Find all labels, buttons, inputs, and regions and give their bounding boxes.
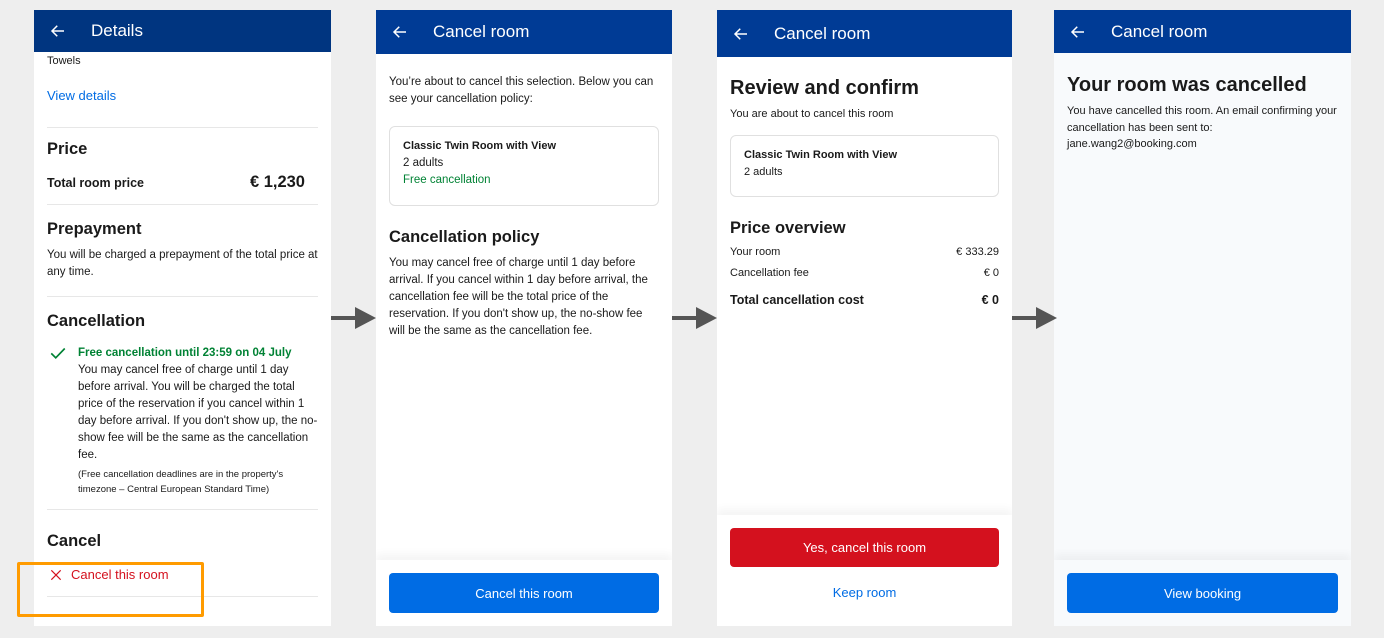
arrow-left-icon[interactable] [391,23,409,41]
divider [47,127,318,128]
header-title: Details [91,21,143,40]
price-row-label: Your room [730,246,781,258]
price-row: Cancellation fee € 0 [730,267,999,279]
total-cost-row: Total cancellation cost € 0 [730,293,999,307]
cancelled-message: You have cancelled this room. An email c… [1067,105,1337,134]
screen-review-confirm: Cancel room Review and confirm You are a… [717,10,1012,626]
arrow-right-icon [331,307,376,329]
screen-details: Details Towels View details Price Total … [34,10,331,626]
cancellation-policy-text: You may cancel free of charge until 1 da… [78,364,318,461]
free-cancellation-deadline: Free cancellation until 23:59 on 04 July [78,347,292,359]
facility-item: Towels [47,55,81,67]
review-heading: Review and confirm [730,77,919,99]
view-booking-button[interactable]: View booking [1067,573,1338,613]
header-title: Cancel room [1111,21,1208,41]
footer: Cancel this room [376,560,672,626]
room-guests: 2 adults [403,157,444,169]
room-name: Classic Twin Room with View [744,149,898,161]
free-cancellation-block: Free cancellation until 23:59 on 04 July… [47,345,318,497]
divider [47,296,318,297]
total-price-label: Total room price [47,176,145,190]
room-card: Classic Twin Room with View 2 adults Fre… [389,126,659,206]
app-header: Cancel room [717,10,1012,57]
app-header: Cancel room [1054,10,1351,53]
highlight-box [17,562,204,617]
cancel-this-room-button[interactable]: Cancel this room [389,573,659,613]
total-price-value: € 1,230 [249,173,305,191]
total-cost-value: € 0 [981,293,999,307]
confirm-cancel-button[interactable]: Yes, cancel this room [730,528,999,567]
confirmation-email: jane.wang2@booking.com [1067,138,1197,150]
cancelled-heading: Your room was cancelled [1067,74,1307,96]
screen-cancelled: Cancel room Your room was cancelled You … [1054,10,1351,626]
arrow-left-icon[interactable] [49,22,67,40]
app-header: Cancel room [376,10,672,54]
prepayment-text: You will be charged a prepayment of the … [47,249,318,278]
divider [47,509,318,510]
room-card: Classic Twin Room with View 2 adults [730,135,999,197]
review-subtext: You are about to cancel this room [730,108,894,120]
screen-cancel-room: Cancel room You’re about to cancel this … [376,10,672,626]
price-row-value: € 333.29 [956,246,999,258]
keep-room-button[interactable]: Keep room [717,585,1012,600]
price-row-value: € 0 [983,267,999,279]
header-title: Cancel room [433,22,530,41]
checkmark-icon [50,347,66,360]
total-price-row: Total room price € 1,230 [47,173,318,192]
free-cancellation-tag: Free cancellation [403,174,491,186]
price-row-label: Cancellation fee [730,267,809,279]
price-overview-heading: Price overview [730,219,846,237]
cancellation-heading: Cancellation [47,312,146,330]
room-name: Classic Twin Room with View [403,140,557,152]
footer: Yes, cancel this room Keep room [717,515,1012,626]
price-heading: Price [47,140,88,158]
prepayment-heading: Prepayment [47,220,142,238]
app-header: Details [34,10,331,52]
price-row: Your room € 333.29 [730,246,999,258]
cancel-heading: Cancel [47,532,102,550]
total-cost-label: Total cancellation cost [730,293,864,307]
room-guests: 2 adults [744,166,783,178]
intro-text: You’re about to cancel this selection. B… [389,76,654,105]
arrow-left-icon[interactable] [1069,23,1087,41]
timezone-note: (Free cancellation deadlines are in the … [78,469,284,495]
arrow-left-icon[interactable] [732,25,750,43]
policy-text: You may cancel free of charge until 1 da… [389,257,648,337]
arrow-right-icon [1012,307,1057,329]
arrow-right-icon [672,307,717,329]
policy-heading: Cancellation policy [389,228,540,246]
header-title: Cancel room [774,23,871,43]
view-details-link[interactable]: View details [47,88,318,103]
footer: View booking [1054,560,1351,626]
divider [47,204,318,205]
